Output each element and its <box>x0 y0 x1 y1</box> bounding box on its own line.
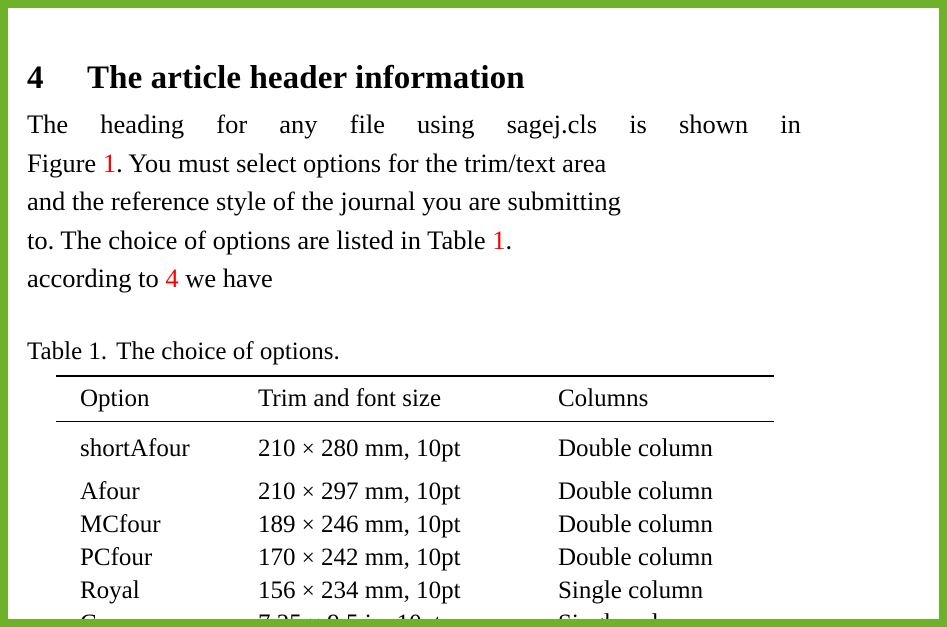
multiply-icon: × <box>301 545 315 570</box>
multiply-icon: × <box>301 479 315 504</box>
paragraph-line-4-end: . <box>505 224 513 255</box>
trim-unit: mm, 10pt <box>364 435 461 462</box>
paragraph-line-5: according to 4 we have <box>27 259 801 298</box>
options-table-body: shortAfour 210 × 280 mm, 10pt Double col… <box>56 422 774 619</box>
cell-columns: Double column <box>558 435 713 462</box>
cell-columns: Double column <box>558 511 713 538</box>
trim-unit: mm, 10pt <box>364 544 461 571</box>
document-page: 4 The article header information The head… <box>0 0 947 627</box>
word: file <box>349 109 385 139</box>
trim-unit: mm, 10pt <box>364 577 461 604</box>
word: shown <box>678 109 749 139</box>
multiply-icon: × <box>301 512 315 537</box>
table-row: Afour 210 × 297 mm, 10pt Double column <box>56 475 774 508</box>
cell-columns: Double column <box>558 478 713 505</box>
cell-trim-font-size: 156 × 234 mm, 10pt <box>234 574 534 607</box>
trim-height: 9.5 <box>327 610 358 619</box>
word: in <box>780 109 801 139</box>
paragraph-line-3: and the reference style of the journal y… <box>27 186 621 216</box>
trim-width: 210 <box>258 435 296 462</box>
trim-width: 189 <box>258 511 296 538</box>
trim-width: 210 <box>258 478 296 505</box>
paragraph-line-5-end: we have <box>185 263 273 293</box>
section-number: 4 <box>27 60 44 97</box>
trim-width: 7.25 <box>258 610 302 619</box>
options-table-wrapper: Option Trim and font size Columns shortA… <box>56 375 774 619</box>
table-body-group: shortAfour 210 × 280 mm, 10pt Double col… <box>56 422 774 619</box>
table-row: Crown 7.25 × 9.5 in, 10pt Single column <box>56 607 774 619</box>
table-caption: Table 1. The choice of options. <box>27 337 340 367</box>
cell-trim-font-size: 170 × 242 mm, 10pt <box>234 541 534 574</box>
table-caption-label: Table 1. <box>27 338 108 365</box>
trim-height: 242 <box>320 544 359 571</box>
cell-trim-font-size: 189 × 246 mm, 10pt <box>234 508 534 541</box>
cell-trim-font-size: 210 × 297 mm, 10pt <box>234 475 534 508</box>
cell-option: Crown <box>56 607 234 619</box>
section-heading: 4 The article header information <box>27 58 525 98</box>
word: sagej.cls <box>506 109 598 139</box>
word: using <box>417 109 475 139</box>
options-table: Option Trim and font size Columns <box>56 377 774 421</box>
figure-label-text: Figure <box>27 147 97 178</box>
cell-trim-font-size: 7.25 × 9.5 in, 10pt <box>234 607 534 619</box>
trim-height: 280 <box>320 435 359 462</box>
figure-reference-link[interactable]: 1 <box>103 148 116 178</box>
word: any <box>279 109 318 139</box>
trim-unit: in, 10pt <box>365 610 441 619</box>
table-row: shortAfour 210 × 280 mm, 10pt Double col… <box>56 422 774 475</box>
table-caption-text: The choice of options. <box>116 338 340 365</box>
page-content-area: 4 The article header information The head… <box>8 8 939 619</box>
cell-option: Royal <box>80 577 140 604</box>
cell-columns: Single column <box>558 577 704 604</box>
trim-unit: mm, 10pt <box>364 511 461 538</box>
paragraph-line-4: to. The choice of options are listed in … <box>27 221 801 260</box>
paragraph-line-1: The heading for any file using sagej.cls… <box>27 105 801 144</box>
column-header-columns: Columns <box>558 385 649 412</box>
trim-unit: mm, 10pt <box>364 478 461 505</box>
table-header-group: Option Trim and font size Columns <box>56 377 774 421</box>
cell-option: MCfour <box>80 511 161 538</box>
multiply-icon: × <box>301 436 315 461</box>
cell-option: Afour <box>80 478 140 505</box>
word: heading <box>100 109 185 139</box>
table-reference-link[interactable]: 1 <box>492 225 505 255</box>
trim-height: 297 <box>320 478 359 505</box>
table-header-row: Option Trim and font size Columns <box>56 377 774 421</box>
multiply-icon: × <box>308 611 321 619</box>
trim-width: 170 <box>258 544 296 571</box>
paragraph-line-2-rest: . You must select options for the trim/t… <box>116 147 607 178</box>
table-row: MCfour 189 × 246 mm, 10pt Double column <box>56 508 774 541</box>
multiply-icon: × <box>301 578 315 603</box>
column-header-trim-font-size: Trim and font size <box>258 385 442 412</box>
section-reference-link[interactable]: 4 <box>165 263 178 293</box>
cell-columns: Single column <box>534 607 774 619</box>
paragraph-line-4-start: to. The choice of options are listed in … <box>27 224 486 255</box>
column-header-option: Option <box>80 385 150 412</box>
word: is <box>629 109 647 139</box>
trim-height: 234 <box>320 577 359 604</box>
table-row: PCfour 170 × 242 mm, 10pt Double column <box>56 541 774 574</box>
paragraph-line-2: Figure 1. You must select options for th… <box>27 144 801 183</box>
table-row: Royal 156 × 234 mm, 10pt Single column <box>56 574 774 607</box>
cell-trim-font-size: 210 × 280 mm, 10pt <box>234 422 534 475</box>
paragraph-line-5-start: according to <box>27 263 159 293</box>
trim-width: 156 <box>258 577 296 604</box>
body-paragraph: The heading for any file using sagej.cls… <box>27 105 801 298</box>
cell-option: PCfour <box>80 544 153 571</box>
cell-columns: Double column <box>558 544 713 571</box>
section-title: The article header information <box>87 60 525 97</box>
cell-option: shortAfour <box>80 435 190 462</box>
trim-height: 246 <box>320 511 359 538</box>
word: The <box>27 109 69 139</box>
word: for <box>216 109 248 139</box>
